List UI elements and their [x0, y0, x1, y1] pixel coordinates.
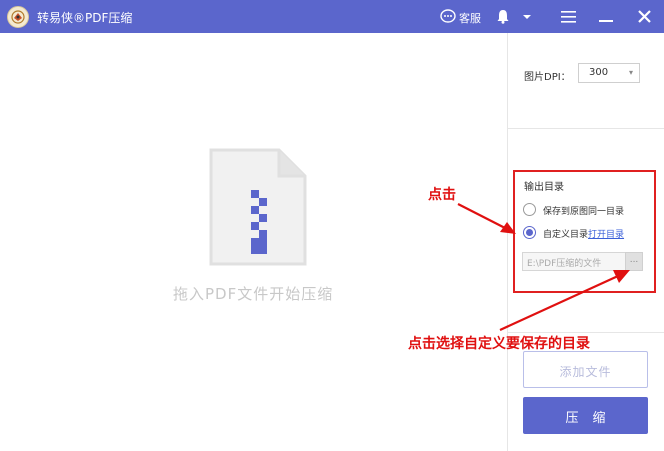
add-file-button[interactable]: 添加文件 — [523, 351, 648, 388]
minimize-icon[interactable] — [599, 20, 613, 23]
customer-service-button[interactable]: 客服 — [440, 8, 492, 26]
compress-label: 压缩 — [565, 411, 620, 426]
title-bar: 转易侠®PDF压缩 客服 — [0, 0, 664, 33]
zip-file-icon — [209, 148, 307, 266]
annotation-click-label: 点击 — [428, 187, 456, 203]
annotation-choose-dir-label: 点击选择自定义要保存的目录 — [408, 336, 590, 352]
annotation-highlight-box — [513, 170, 656, 293]
dpi-value: 300 — [589, 67, 609, 78]
dropdown-arrow-icon[interactable] — [522, 14, 532, 20]
bell-icon[interactable] — [496, 9, 510, 24]
menu-icon[interactable] — [561, 11, 576, 23]
chevron-down-icon: ▾ — [628, 68, 633, 77]
customer-service-label: 客服 — [459, 12, 481, 25]
add-file-label: 添加文件 — [559, 365, 612, 379]
chat-bubble-icon — [440, 9, 456, 23]
dpi-select[interactable]: 300 ▾ — [578, 63, 640, 83]
app-title: 转易侠®PDF压缩 — [37, 11, 133, 25]
app-logo-icon — [7, 6, 29, 28]
divider — [508, 128, 664, 129]
close-icon[interactable] — [638, 10, 651, 23]
drop-hint-text: 拖入PDF文件开始压缩 — [173, 285, 334, 303]
dpi-label: 图片DPI： — [524, 72, 571, 83]
compress-button[interactable]: 压缩 — [523, 397, 648, 434]
